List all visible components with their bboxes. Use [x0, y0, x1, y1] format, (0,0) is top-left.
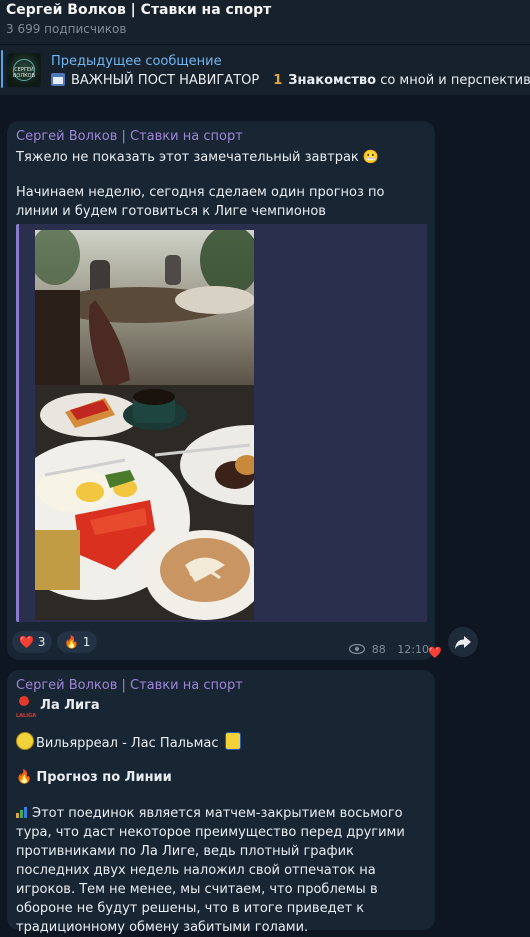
pinned-thumbnail: СЕРГЕЙ ВОЛКОВ: [7, 53, 41, 87]
channel-header[interactable]: Сергей Волков | Ставки на спорт 3 699 по…: [0, 0, 530, 44]
message-meta: 88 12:10: [349, 643, 429, 656]
pinned-label: Предыдущее сообщение: [51, 54, 222, 69]
message-author[interactable]: Сергей Волков | Ставки на спорт: [16, 678, 243, 693]
las-palmas-crest-icon: [224, 732, 241, 750]
media-frame[interactable]: [16, 224, 427, 622]
laliga-logo-text: LALIGA: [16, 713, 37, 719]
eye-icon: [349, 643, 366, 655]
section-title: Прогноз по Линии: [36, 770, 172, 785]
pinned-tail-bold: Знакомство: [288, 73, 377, 88]
share-icon: [455, 636, 471, 649]
section-line: 🔥 Прогноз по Линии: [16, 768, 416, 787]
reaction-heart[interactable]: ❤️ 3: [12, 631, 53, 653]
message-author[interactable]: Сергей Волков | Ставки на спорт: [16, 129, 243, 144]
photo-illustration: [35, 230, 254, 620]
pinned-message-bar[interactable]: СЕРГЕЙ ВОЛКОВ Предыдущее сообщение ВАЖНЫ…: [0, 44, 530, 95]
message-body-text: Этот поединок является матчем-закрытием …: [16, 806, 405, 935]
villarreal-crest-icon: [16, 732, 34, 750]
message-bubble[interactable]: Сергей Волков | Ставки на спорт Тяжело н…: [7, 121, 435, 660]
laliga-logo-icon: LALIGA: [16, 696, 36, 719]
pinned-tail: со мной и перспективами: [380, 73, 530, 88]
pinned-title: ВАЖНЫЙ ПОСТ НАВИГАТОР: [71, 73, 260, 88]
fire-icon: 🔥: [64, 635, 79, 649]
breakfast-photo[interactable]: [35, 230, 254, 620]
subscriber-count: 3 699 подписчиков: [6, 22, 127, 36]
league-name: Ла Лига: [40, 698, 100, 713]
heart-icon: ❤️: [19, 635, 34, 649]
view-count: 88: [371, 643, 386, 656]
league-line: LALIGA Ла Лига: [16, 696, 416, 719]
message-text-line: Тяжело не показать этот замечательный за…: [16, 150, 380, 165]
fire-icon: 🔥: [16, 770, 33, 785]
bar-chart-icon: [16, 807, 27, 818]
message-body: Этот поединок является матчем-закрытием …: [16, 804, 416, 937]
message-time: 12:10: [397, 643, 429, 656]
reaction-count: 1: [82, 635, 91, 649]
thumbnail-logo-text: СЕРГЕЙ ВОЛКОВ: [12, 67, 36, 79]
heart-icon: ❤️: [428, 646, 442, 659]
message-text-paragraph: Начинаем неделю, сегодня сделаем один пр…: [16, 185, 385, 219]
calendar-icon: [51, 73, 65, 86]
message-bubble[interactable]: Сергей Волков | Ставки на спорт LALIGA Л…: [7, 670, 435, 935]
share-button[interactable]: [448, 627, 478, 657]
channel-title[interactable]: Сергей Волков | Ставки на спорт: [6, 2, 271, 18]
pinned-indicator: [1, 50, 3, 88]
match-line: Вильярреал - Лас Пальмас: [16, 732, 416, 753]
pinned-number: 1: [273, 73, 283, 88]
reaction-fire[interactable]: 🔥 1: [57, 631, 98, 653]
pinned-preview: ВАЖНЫЙ ПОСТ НАВИГАТОР 1 Знакомство со мной…: [51, 73, 530, 88]
match-teams: Вильярреал - Лас Пальмас: [36, 736, 219, 751]
reaction-count: 3: [37, 635, 46, 649]
